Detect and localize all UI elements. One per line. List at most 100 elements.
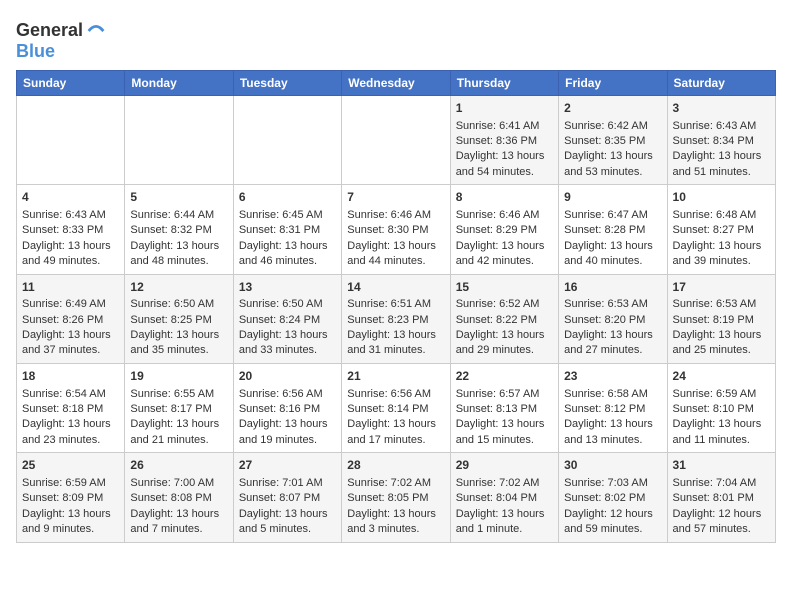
column-header-friday: Friday: [559, 70, 667, 95]
day-info: Sunrise: 6:59 AM: [22, 476, 119, 491]
day-info: Sunrise: 6:56 AM: [239, 387, 336, 402]
day-info: and 48 minutes.: [130, 254, 227, 269]
day-info: and 11 minutes.: [673, 433, 770, 448]
day-info: Sunset: 8:25 PM: [130, 313, 227, 328]
day-info: and 27 minutes.: [564, 343, 661, 358]
day-info: Daylight: 12 hours: [564, 507, 661, 522]
day-info: Sunrise: 6:42 AM: [564, 119, 661, 134]
calendar-cell: 13Sunrise: 6:50 AMSunset: 8:24 PMDayligh…: [233, 274, 341, 363]
calendar-cell: 31Sunrise: 7:04 AMSunset: 8:01 PMDayligh…: [667, 453, 775, 542]
day-info: Daylight: 13 hours: [564, 417, 661, 432]
calendar-cell: [125, 95, 233, 184]
column-header-tuesday: Tuesday: [233, 70, 341, 95]
day-info: Daylight: 13 hours: [239, 417, 336, 432]
day-info: Sunset: 8:01 PM: [673, 491, 770, 506]
day-info: Sunrise: 6:43 AM: [22, 208, 119, 223]
day-info: Sunset: 8:05 PM: [347, 491, 444, 506]
day-info: Sunset: 8:17 PM: [130, 402, 227, 417]
calendar-cell: 26Sunrise: 7:00 AMSunset: 8:08 PMDayligh…: [125, 453, 233, 542]
day-info: and 1 minute.: [456, 522, 553, 537]
calendar-cell: 23Sunrise: 6:58 AMSunset: 8:12 PMDayligh…: [559, 363, 667, 452]
calendar-cell: 4 Sunrise: 6:43 AMSunset: 8:33 PMDaylight…: [17, 185, 125, 274]
day-info: Sunset: 8:35 PM: [564, 134, 661, 149]
day-info: Sunset: 8:09 PM: [22, 491, 119, 506]
calendar-cell: 1Sunrise: 6:41 AMSunset: 8:36 PMDaylight…: [450, 95, 558, 184]
day-info: Sunset: 8:14 PM: [347, 402, 444, 417]
day-info: Sunrise: 6:52 AM: [456, 297, 553, 312]
calendar-cell: 11Sunrise: 6:49 AMSunset: 8:26 PMDayligh…: [17, 274, 125, 363]
calendar-cell: 10Sunrise: 6:48 AMSunset: 8:27 PMDayligh…: [667, 185, 775, 274]
day-info: Daylight: 13 hours: [130, 328, 227, 343]
day-number: 19: [130, 368, 227, 385]
calendar-cell: 30Sunrise: 7:03 AMSunset: 8:02 PMDayligh…: [559, 453, 667, 542]
calendar-cell: 24Sunrise: 6:59 AMSunset: 8:10 PMDayligh…: [667, 363, 775, 452]
calendar-cell: 15Sunrise: 6:52 AMSunset: 8:22 PMDayligh…: [450, 274, 558, 363]
day-info: Sunrise: 7:01 AM: [239, 476, 336, 491]
day-number: 4: [22, 189, 119, 206]
day-number: 22: [456, 368, 553, 385]
day-info: Daylight: 13 hours: [673, 328, 770, 343]
day-number: 15: [456, 279, 553, 296]
day-number: 11: [22, 279, 119, 296]
day-info: Sunrise: 6:50 AM: [130, 297, 227, 312]
day-info: Sunset: 8:36 PM: [456, 134, 553, 149]
day-info: Sunset: 8:28 PM: [564, 223, 661, 238]
day-info: and 53 minutes.: [564, 165, 661, 180]
day-info: Daylight: 13 hours: [347, 328, 444, 343]
calendar-cell: 16Sunrise: 6:53 AMSunset: 8:20 PMDayligh…: [559, 274, 667, 363]
day-info: and 40 minutes.: [564, 254, 661, 269]
calendar-cell: 12Sunrise: 6:50 AMSunset: 8:25 PMDayligh…: [125, 274, 233, 363]
day-info: Sunrise: 6:53 AM: [673, 297, 770, 312]
column-header-wednesday: Wednesday: [342, 70, 450, 95]
logo-text-blue: Blue: [16, 42, 107, 62]
day-info: Sunrise: 6:49 AM: [22, 297, 119, 312]
day-info: and 57 minutes.: [673, 522, 770, 537]
calendar-cell: [342, 95, 450, 184]
day-info: and 3 minutes.: [347, 522, 444, 537]
day-info: and 19 minutes.: [239, 433, 336, 448]
calendar-table: SundayMondayTuesdayWednesdayThursdayFrid…: [16, 70, 776, 543]
day-info: Sunset: 8:31 PM: [239, 223, 336, 238]
day-number: 20: [239, 368, 336, 385]
day-info: Daylight: 13 hours: [347, 239, 444, 254]
column-header-monday: Monday: [125, 70, 233, 95]
day-info: Daylight: 13 hours: [673, 417, 770, 432]
day-info: and 39 minutes.: [673, 254, 770, 269]
day-number: 5: [130, 189, 227, 206]
day-info: Sunrise: 7:04 AM: [673, 476, 770, 491]
day-number: 31: [673, 457, 770, 474]
calendar-cell: 25Sunrise: 6:59 AMSunset: 8:09 PMDayligh…: [17, 453, 125, 542]
day-info: Sunrise: 6:57 AM: [456, 387, 553, 402]
day-info: and 42 minutes.: [456, 254, 553, 269]
day-info: and 33 minutes.: [239, 343, 336, 358]
day-info: Sunset: 8:26 PM: [22, 313, 119, 328]
day-info: Daylight: 13 hours: [239, 239, 336, 254]
day-info: Daylight: 13 hours: [239, 328, 336, 343]
calendar-cell: [233, 95, 341, 184]
day-number: 10: [673, 189, 770, 206]
day-info: Sunset: 8:22 PM: [456, 313, 553, 328]
day-info: Sunset: 8:18 PM: [22, 402, 119, 417]
day-info: Daylight: 13 hours: [22, 239, 119, 254]
calendar-cell: 29Sunrise: 7:02 AMSunset: 8:04 PMDayligh…: [450, 453, 558, 542]
day-info: Sunset: 8:12 PM: [564, 402, 661, 417]
day-info: Daylight: 13 hours: [22, 328, 119, 343]
day-info: Sunrise: 7:03 AM: [564, 476, 661, 491]
day-info: Sunrise: 6:43 AM: [673, 119, 770, 134]
day-info: and 13 minutes.: [564, 433, 661, 448]
day-info: Daylight: 13 hours: [673, 149, 770, 164]
day-info: Sunset: 8:13 PM: [456, 402, 553, 417]
day-number: 17: [673, 279, 770, 296]
day-info: Daylight: 13 hours: [239, 507, 336, 522]
day-number: 8: [456, 189, 553, 206]
day-info: Sunrise: 7:02 AM: [456, 476, 553, 491]
day-info: Sunset: 8:33 PM: [22, 223, 119, 238]
day-number: 25: [22, 457, 119, 474]
day-info: Sunset: 8:16 PM: [239, 402, 336, 417]
calendar-cell: 21Sunrise: 6:56 AMSunset: 8:14 PMDayligh…: [342, 363, 450, 452]
day-info: Daylight: 13 hours: [564, 239, 661, 254]
day-number: 18: [22, 368, 119, 385]
day-number: 13: [239, 279, 336, 296]
calendar-cell: 7Sunrise: 6:46 AMSunset: 8:30 PMDaylight…: [342, 185, 450, 274]
day-info: Sunrise: 6:41 AM: [456, 119, 553, 134]
